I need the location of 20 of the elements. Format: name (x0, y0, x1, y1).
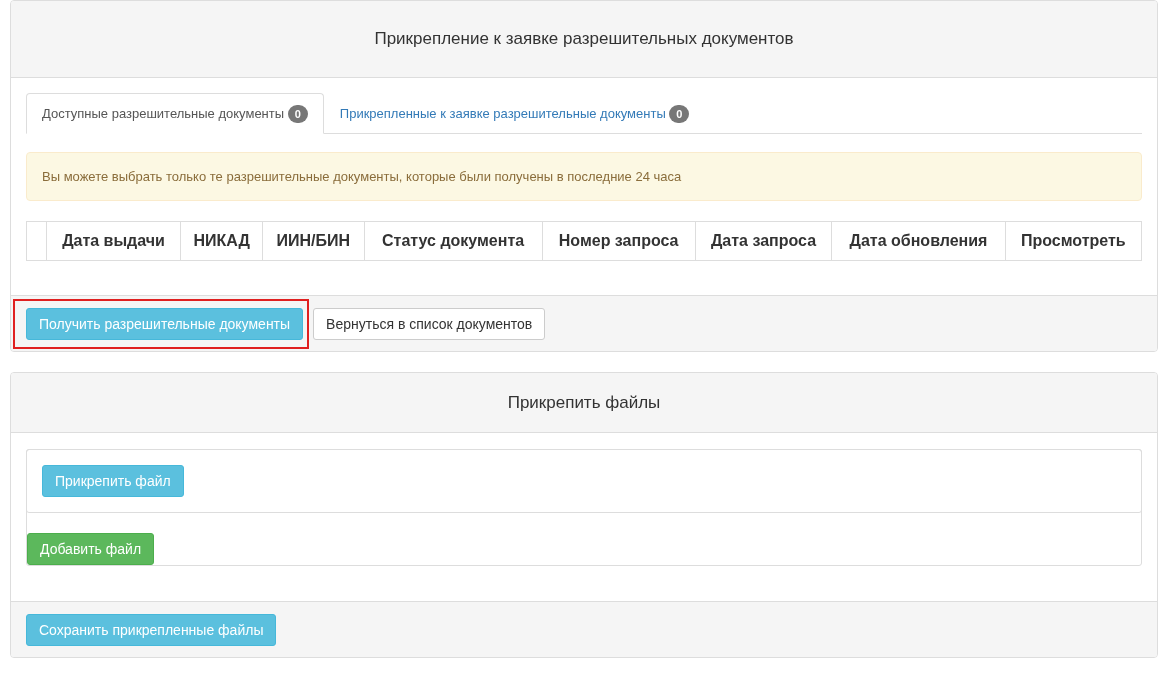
count-badge: 0 (287, 104, 308, 123)
panel-title: Прикрепить файлы (507, 392, 661, 413)
column-header: Дата обновления (849, 232, 988, 249)
back-button[interactable]: Вернуться в список документов (313, 307, 546, 340)
get-documents-button[interactable]: Получить разрешительные документы (26, 307, 304, 340)
tab[interactable]: Доступные разрешительные документы 0 (26, 93, 324, 134)
column-header: Номер запроса (558, 232, 679, 249)
save-files-button[interactable]: Сохранить прикрепленные файлы (26, 613, 277, 646)
column-header: Дата запроса (710, 232, 817, 249)
column-header: Статус документа (382, 232, 525, 249)
column-header: ИИН/БИН (276, 232, 351, 249)
attach-file-button[interactable]: Прикрепить файл (42, 465, 184, 497)
column-header: Просмотреть (1021, 232, 1126, 249)
add-file-button[interactable]: Добавить файл (27, 533, 155, 565)
panel-title: Прикрепление к заявке разрешительных документов (374, 29, 794, 49)
column-header: Дата выдачи (62, 232, 165, 249)
warning-alert: Вы можете выбрать только те разрешительные документы, которые были получены в последние 24 часа (26, 152, 1142, 201)
count-badge: 0 (669, 104, 690, 123)
tab[interactable]: Прикрепленные к заявке разрешительные документы 0 (323, 93, 706, 134)
column-header: НИКАД (193, 232, 250, 249)
